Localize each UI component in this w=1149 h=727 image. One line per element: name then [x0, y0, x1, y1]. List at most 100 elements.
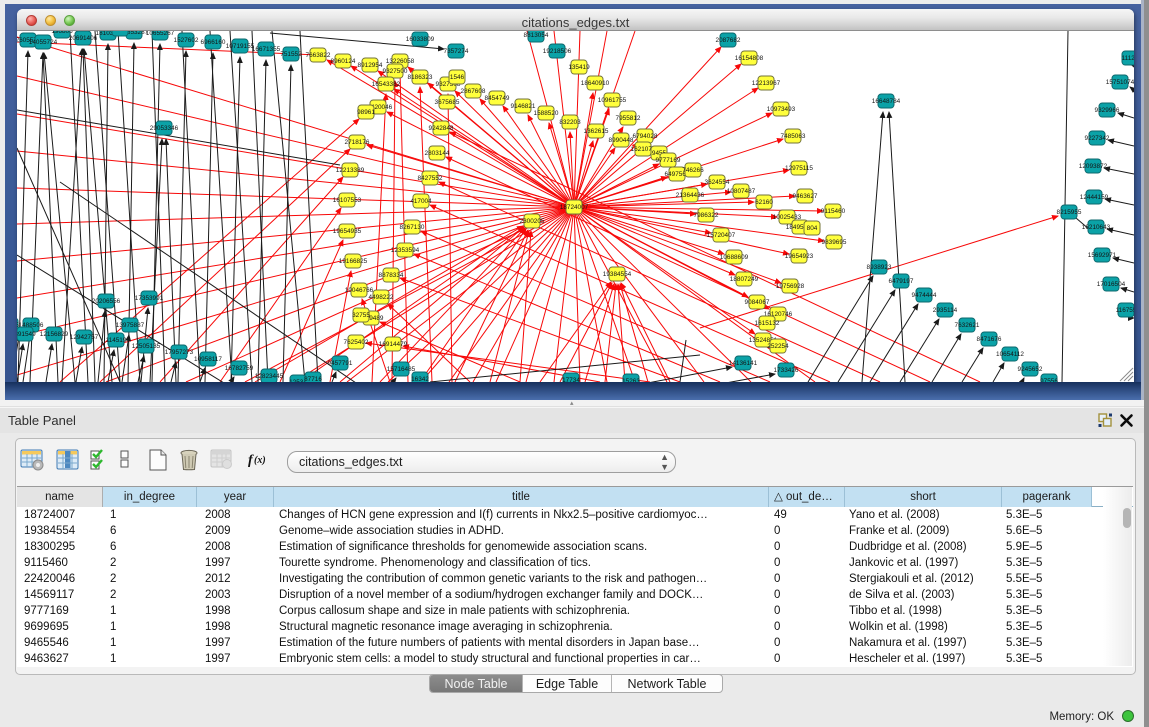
svg-text:29053346: 29053346: [150, 125, 179, 132]
svg-text:1546: 1546: [450, 74, 465, 81]
svg-text:16033809: 16033809: [406, 36, 435, 43]
svg-text:12505135: 12505135: [132, 343, 161, 350]
svg-text:10654112: 10654112: [996, 351, 1024, 358]
svg-text:8912954: 8912954: [358, 62, 383, 69]
svg-text:3624554: 3624554: [705, 179, 730, 186]
svg-text:1733426: 1733426: [774, 367, 799, 374]
svg-text:4498222: 4498222: [369, 294, 394, 301]
svg-text:10655267: 10655267: [146, 31, 175, 37]
svg-text:9146821: 9146821: [511, 103, 536, 110]
svg-text:8186323: 8186323: [408, 74, 433, 81]
svg-text:8427552: 8427552: [418, 175, 443, 182]
svg-text:9084067: 9084067: [745, 299, 770, 306]
svg-text:3675685: 3675685: [435, 99, 460, 106]
svg-text:2803144: 2803144: [425, 150, 450, 157]
svg-text:7485063: 7485063: [781, 133, 806, 140]
svg-text:19218506: 19218506: [543, 48, 572, 55]
svg-text:9839695: 9839695: [822, 239, 847, 246]
svg-text:15692971: 15692971: [1088, 252, 1117, 259]
svg-text:8938923: 8938923: [867, 264, 892, 271]
svg-text:8878334: 8878334: [379, 272, 404, 279]
svg-text:2718176: 2718176: [345, 139, 370, 146]
svg-text:15716485: 15716485: [387, 366, 416, 373]
svg-text:14055724: 14055724: [29, 39, 58, 46]
svg-text:19654923: 19654923: [785, 253, 814, 260]
svg-text:1362615: 1362615: [584, 128, 609, 135]
svg-text:6794028: 6794028: [633, 133, 658, 140]
svg-text:18724007: 18724007: [560, 204, 589, 211]
svg-text:10688609: 10688609: [720, 254, 749, 261]
svg-text:751552: 751552: [280, 51, 302, 58]
svg-text:16782759: 16782759: [225, 365, 254, 372]
svg-text:9457791: 9457791: [328, 360, 353, 367]
svg-text:9474444: 9474444: [912, 292, 937, 299]
svg-text:116755: 116755: [1116, 307, 1134, 314]
svg-text:19384554: 19384554: [603, 271, 632, 278]
svg-text:7625402: 7625402: [344, 339, 369, 346]
svg-text:16914479: 16914479: [379, 341, 408, 348]
svg-text:16648784: 16648784: [872, 98, 901, 105]
svg-text:10046766: 10046766: [345, 287, 374, 294]
svg-text:8960124: 8960124: [331, 58, 356, 65]
svg-text:20206556: 20206556: [92, 298, 121, 305]
svg-text:12213389: 12213389: [336, 167, 365, 174]
svg-text:10807487: 10807487: [727, 188, 756, 195]
svg-text:252254: 252254: [767, 343, 789, 350]
svg-text:18640910: 18640910: [581, 80, 610, 87]
svg-text:9327500: 9327500: [383, 68, 408, 75]
svg-text:417004: 417004: [410, 198, 432, 205]
svg-text:2935114: 2935114: [933, 307, 958, 314]
svg-text:16671355: 16671355: [252, 46, 281, 53]
svg-text:804: 804: [807, 225, 818, 232]
svg-text:19654935: 19654935: [333, 228, 362, 235]
svg-text:17353991: 17353991: [135, 295, 164, 302]
svg-text:12942757: 12942757: [70, 334, 99, 341]
svg-text:9329966: 9329966: [1095, 107, 1120, 114]
svg-text:196806: 196806: [51, 31, 73, 35]
svg-text:12823445: 12823445: [255, 373, 284, 380]
svg-text:135419: 135419: [568, 64, 590, 71]
svg-text:77103: 77103: [111, 31, 129, 33]
svg-text:9777169: 9777169: [656, 157, 681, 164]
svg-text:6966160: 6966160: [201, 39, 226, 46]
svg-text:7955812: 7955812: [616, 115, 641, 122]
svg-text:114519: 114519: [106, 337, 127, 344]
svg-text:1527602: 1527602: [174, 37, 199, 44]
svg-text:12975115: 12975115: [785, 165, 813, 172]
svg-text:62160: 62160: [755, 199, 773, 206]
svg-text:18807249: 18807249: [730, 276, 759, 283]
svg-text:832203: 832203: [559, 119, 581, 126]
svg-text:8990448: 8990448: [609, 137, 634, 144]
svg-text:6479197: 6479197: [889, 278, 914, 285]
svg-text:13975887: 13975887: [116, 322, 145, 329]
svg-text:9242848: 9242848: [429, 125, 454, 132]
svg-text:12093872: 12093872: [1079, 163, 1108, 170]
svg-text:15720407: 15720407: [707, 232, 736, 239]
svg-text:8454749: 8454749: [485, 95, 510, 102]
svg-text:16543382: 16543382: [372, 81, 401, 88]
svg-text:1588520: 1588520: [534, 110, 559, 117]
svg-text:16210643: 16210643: [1082, 224, 1111, 231]
svg-text:11123: 11123: [1122, 55, 1134, 62]
svg-text:21364436: 21364436: [676, 192, 705, 199]
svg-text:9245652: 9245652: [1018, 366, 1043, 373]
svg-text:7357274: 7357274: [444, 48, 469, 55]
svg-text:20691406: 20691406: [69, 35, 98, 42]
svg-text:17957273: 17957273: [165, 349, 194, 356]
svg-text:391549: 391549: [17, 331, 36, 338]
svg-text:1615132: 1615132: [755, 320, 780, 327]
svg-text:12213967: 12213967: [752, 80, 781, 87]
svg-text:9463627: 9463627: [793, 193, 818, 200]
svg-text:19166825: 19166825: [339, 258, 368, 265]
svg-text:2867608: 2867608: [461, 88, 486, 95]
svg-text:2300205: 2300205: [520, 218, 545, 225]
svg-text:10961755: 10961755: [598, 97, 627, 104]
svg-text:7663822: 7663822: [306, 52, 331, 59]
svg-text:14136141: 14136141: [729, 360, 758, 367]
svg-text:19756928: 19756928: [776, 283, 805, 290]
svg-text:10973493: 10973493: [767, 106, 796, 113]
svg-text:7632621: 7632621: [955, 322, 980, 329]
svg-text:16154808: 16154808: [735, 55, 764, 62]
svg-text:12156829: 12156829: [40, 331, 69, 338]
svg-text:15751074: 15751074: [1106, 79, 1134, 86]
